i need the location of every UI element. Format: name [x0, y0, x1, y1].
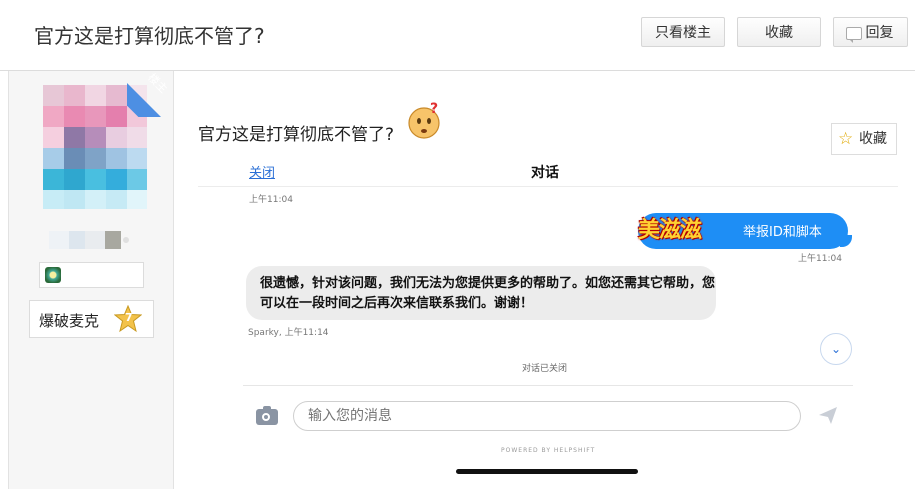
confused-face-icon: ? — [408, 101, 440, 139]
chat-screenshot: 关闭 对话 上午11:04 美滋滋 举报ID和脚本 上午11:04 很遗憾，针对… — [198, 155, 898, 489]
username-blurred — [49, 231, 131, 249]
user-message-timestamp: 上午11:04 — [798, 254, 842, 264]
agent-message-text: 很遗憾，针对该问题，我们无法为您提供更多的帮助了。如您还需其它帮助，您可以在一段… — [260, 276, 716, 311]
star-icon: ☆ — [838, 129, 854, 149]
chat-header-divider — [198, 186, 898, 187]
home-indicator — [456, 469, 638, 474]
owner-badge-label: 楼主 — [145, 71, 171, 96]
message-input[interactable] — [293, 401, 801, 431]
chat-close-link[interactable]: 关闭 — [249, 162, 275, 181]
camera-icon[interactable] — [256, 406, 278, 425]
input-divider — [243, 385, 853, 386]
user-message-text: 举报ID和脚本 — [743, 225, 822, 240]
rank-level: 7 — [125, 311, 133, 324]
chat-title: 对话 — [531, 165, 559, 181]
only-op-button[interactable]: 只看楼主 — [641, 17, 725, 47]
owner-badge: 楼主 — [127, 71, 173, 117]
reply-button[interactable]: 回复 — [833, 17, 908, 47]
reply-icon — [846, 27, 862, 43]
conversation-closed-label: 对话已关闭 — [522, 364, 568, 374]
brand-logo: 美滋滋 — [638, 218, 702, 243]
thread-header: 官方这是打算彻底不管了? 只看楼主 收藏 回复 — [0, 0, 915, 71]
reply-label: 回复 — [865, 25, 894, 41]
chat-timestamp: 上午11:04 — [249, 195, 293, 205]
svg-text:?: ? — [430, 101, 438, 117]
thread-title: 官方这是打算彻底不管了? — [34, 24, 265, 48]
post-title: 官方这是打算彻底不管了? — [198, 125, 395, 145]
author-sidebar: 楼主 爆破麦克 7 — [8, 71, 174, 489]
medal-icon[interactable] — [45, 267, 61, 283]
post-favorite-label: 收藏 — [859, 131, 887, 147]
rank-name: 爆破麦克 — [39, 312, 100, 330]
medal-box — [39, 262, 144, 288]
chevron-down-icon: ⌄ — [830, 342, 842, 356]
send-icon[interactable] — [818, 405, 838, 425]
favorite-button[interactable]: 收藏 — [737, 17, 821, 47]
powered-by-label: POWERED BY HELPSHIFT — [501, 447, 596, 454]
rank-box: 爆破麦克 7 — [29, 300, 154, 338]
agent-message-timestamp: Sparky, 上午11:14 — [248, 328, 329, 338]
post-favorite-button[interactable]: ☆ 收藏 — [831, 123, 897, 155]
scroll-down-button[interactable]: ⌄ — [820, 333, 852, 365]
